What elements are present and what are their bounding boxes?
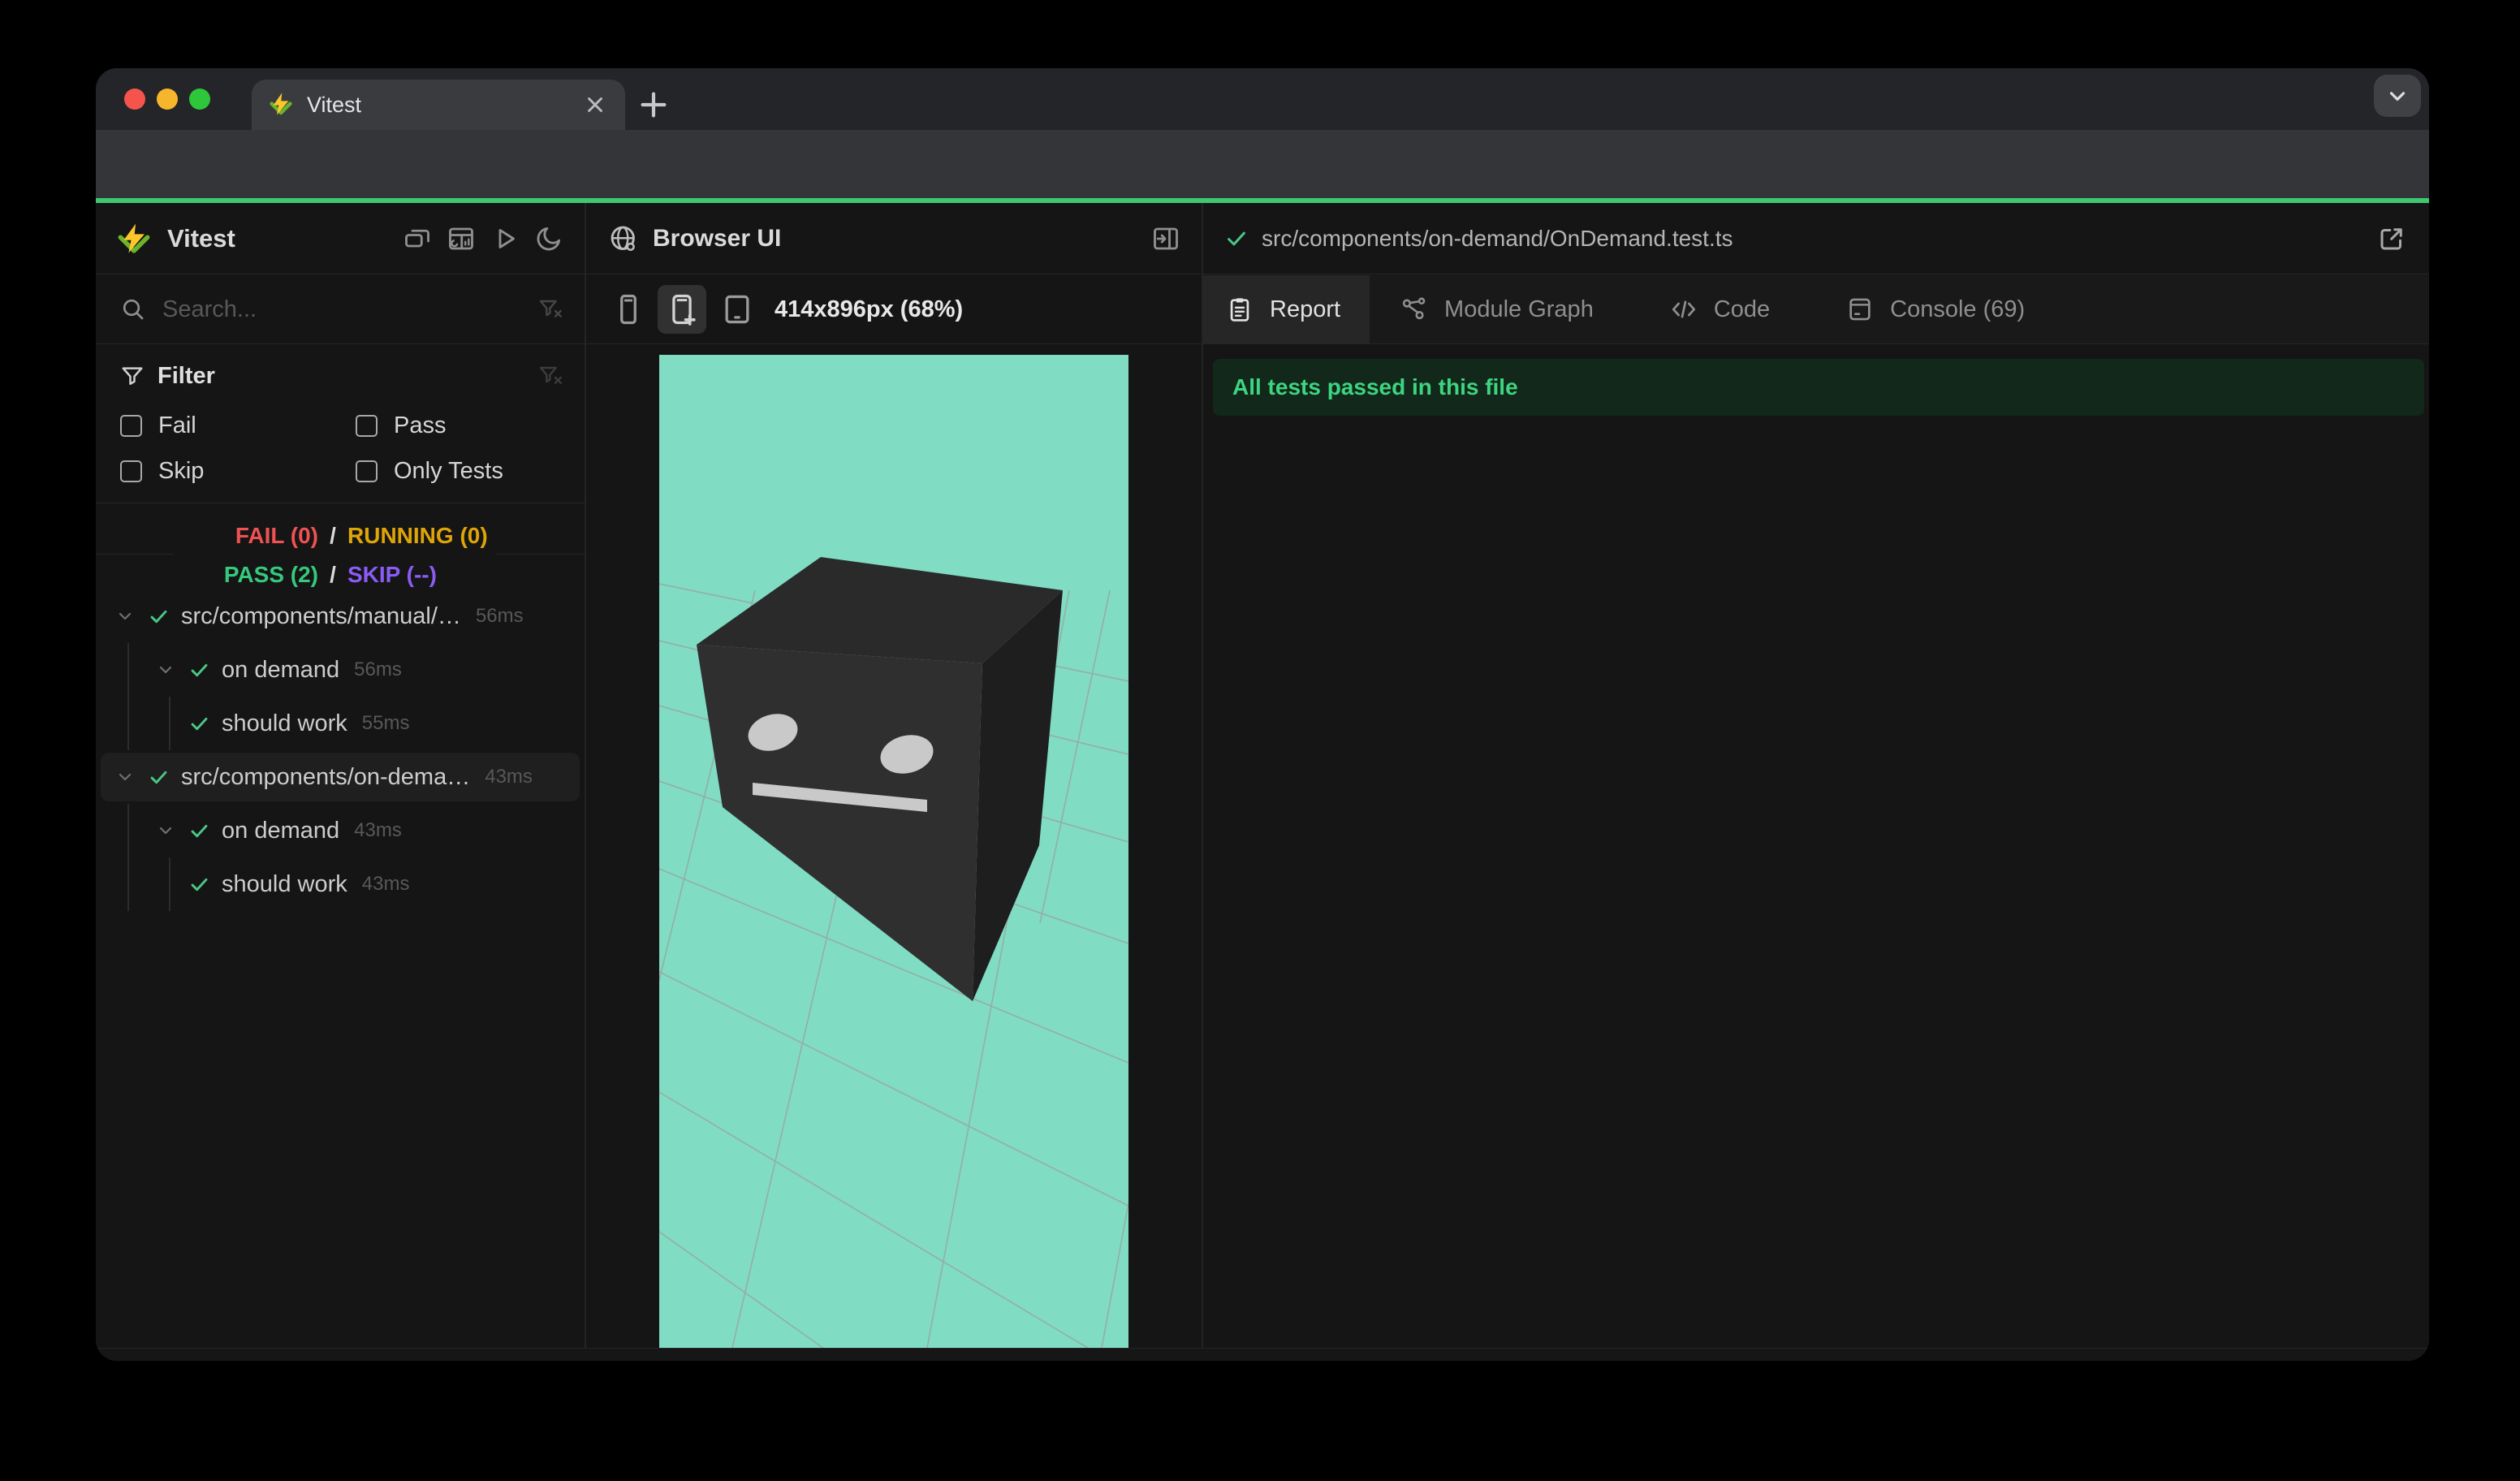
device-phone-small-icon[interactable] bbox=[611, 288, 646, 330]
vitest-logo-icon bbox=[117, 222, 151, 256]
test-suite-row[interactable]: on demand 43ms bbox=[96, 804, 585, 857]
check-icon bbox=[188, 713, 210, 735]
new-tab-button[interactable] bbox=[635, 86, 672, 123]
console-icon bbox=[1846, 296, 1874, 323]
test-file-row-selected[interactable]: src/components/on-dema… 43ms bbox=[96, 750, 585, 804]
report-tabs: Report Module Graph Code Console (69) bbox=[1203, 274, 2429, 344]
open-external-icon[interactable] bbox=[2377, 224, 2406, 253]
device-phone-add-selected[interactable] bbox=[658, 285, 706, 334]
filter-checkbox-pass[interactable]: Pass bbox=[356, 403, 446, 448]
fail-count: FAIL (0) bbox=[235, 523, 318, 548]
device-toolbar: 414x896px (68%) bbox=[586, 275, 1202, 344]
checkbox-icon[interactable] bbox=[120, 414, 142, 437]
tab-search-button[interactable] bbox=[2374, 75, 2421, 117]
pass-count: PASS (2) bbox=[223, 562, 318, 587]
collapse-panels-icon[interactable] bbox=[403, 224, 432, 253]
checkbox-icon[interactable] bbox=[356, 460, 378, 482]
status-strip bbox=[96, 1348, 2429, 1361]
app-title: Vitest bbox=[167, 223, 235, 253]
report-panel: src/components/on-demand/OnDemand.test.t… bbox=[1202, 203, 2429, 1348]
globe-icon bbox=[609, 224, 638, 253]
dark-mode-moon-icon[interactable] bbox=[534, 224, 563, 253]
test-browser-viewport[interactable] bbox=[659, 355, 1128, 1348]
tab-strip: Vitest bbox=[96, 68, 2429, 130]
device-tablet-icon[interactable] bbox=[719, 288, 755, 330]
test-tree: src/components/manual/… 56ms on demand 5… bbox=[96, 589, 585, 911]
checkbox-icon[interactable] bbox=[356, 414, 378, 437]
chevron-down-icon[interactable] bbox=[156, 821, 175, 840]
minimize-window-button[interactable] bbox=[157, 89, 178, 110]
filter-label: Filter bbox=[158, 362, 215, 389]
run-all-icon[interactable] bbox=[490, 224, 520, 253]
test-file-path: src/components/on-demand/OnDemand.test.t… bbox=[1262, 225, 1733, 251]
browser-window: Vitest Vitest Search... Filter Fail Pass… bbox=[96, 68, 2429, 1361]
close-window-button[interactable] bbox=[124, 89, 145, 110]
chevron-down-icon[interactable] bbox=[115, 607, 135, 626]
search-row bbox=[96, 275, 585, 344]
module-graph-icon bbox=[1400, 296, 1428, 323]
all-tests-passed-banner: All tests passed in this file bbox=[1213, 359, 2424, 416]
filter-funnel-icon bbox=[120, 364, 145, 388]
vitest-page: Vitest Search... Filter Fail Pass Skip O… bbox=[96, 198, 2429, 1361]
browser-ui-title: Browser UI bbox=[653, 224, 782, 252]
tab-title: Vitest bbox=[307, 92, 362, 117]
check-icon bbox=[188, 659, 210, 681]
test-suite-row[interactable]: on demand 56ms bbox=[96, 643, 585, 697]
browser-toolbar: localhost:5173/#/?file=1828625563 bbox=[96, 130, 2429, 249]
desktop: Vitest Vitest Search... Filter Fail Pass… bbox=[0, 0, 2520, 1481]
dock-panel-icon[interactable] bbox=[1151, 224, 1180, 253]
test-summary: FAIL (0) / RUNNING (0) PASS (2) / SKIP (… bbox=[174, 516, 496, 594]
check-icon bbox=[1224, 227, 1249, 251]
chevron-down-icon[interactable] bbox=[115, 767, 135, 787]
sidebar-header: Vitest bbox=[96, 203, 585, 274]
dashboard-icon[interactable] bbox=[447, 224, 476, 253]
tab-module-graph[interactable]: Module Graph bbox=[1376, 275, 1618, 344]
skip-count: SKIP (--) bbox=[347, 562, 437, 587]
check-icon bbox=[148, 606, 170, 628]
tab-console[interactable]: Console (69) bbox=[1822, 275, 2049, 344]
search-input[interactable] bbox=[162, 296, 537, 323]
check-icon bbox=[188, 820, 210, 842]
sidebar: Vitest Search... Filter Fail Pass Skip O… bbox=[96, 203, 585, 1348]
threejs-cube-scene bbox=[659, 355, 1128, 1348]
filter-section: Filter Fail Pass Skip Only Tests bbox=[96, 344, 585, 503]
test-case-row[interactable]: should work 55ms bbox=[96, 697, 585, 750]
vitest-favicon-icon bbox=[268, 92, 294, 118]
clear-search-filter-icon[interactable] bbox=[537, 296, 563, 322]
code-icon bbox=[1670, 296, 1698, 323]
running-count: RUNNING (0) bbox=[347, 523, 488, 548]
test-case-row[interactable]: should work 43ms bbox=[96, 857, 585, 911]
close-tab-icon[interactable] bbox=[583, 93, 607, 117]
filter-checkbox-skip[interactable]: Skip bbox=[120, 448, 204, 494]
check-icon bbox=[188, 874, 210, 896]
filter-checkbox-fail[interactable]: Fail bbox=[120, 403, 196, 448]
tab-code[interactable]: Code bbox=[1646, 275, 1794, 344]
viewport-size-label: 414x896px (68%) bbox=[775, 296, 964, 322]
zoom-window-button[interactable] bbox=[189, 89, 210, 110]
test-file-row[interactable]: src/components/manual/… 56ms bbox=[96, 589, 585, 643]
check-icon bbox=[148, 766, 170, 788]
filter-checkbox-only-tests[interactable]: Only Tests bbox=[356, 448, 503, 494]
search-icon bbox=[120, 296, 146, 322]
report-clipboard-icon bbox=[1226, 296, 1254, 323]
file-header: src/components/on-demand/OnDemand.test.t… bbox=[1203, 203, 2429, 274]
clear-filters-icon[interactable] bbox=[537, 363, 563, 389]
chevron-down-icon[interactable] bbox=[156, 660, 175, 680]
checkbox-icon[interactable] bbox=[120, 460, 142, 482]
tab-report[interactable]: Report bbox=[1203, 274, 1370, 344]
browser-ui-header: Browser UI bbox=[586, 203, 1202, 274]
browser-ui-panel: Browser UI 414x896px (68%) bbox=[585, 203, 1202, 1348]
browser-tab[interactable]: Vitest bbox=[252, 80, 625, 130]
